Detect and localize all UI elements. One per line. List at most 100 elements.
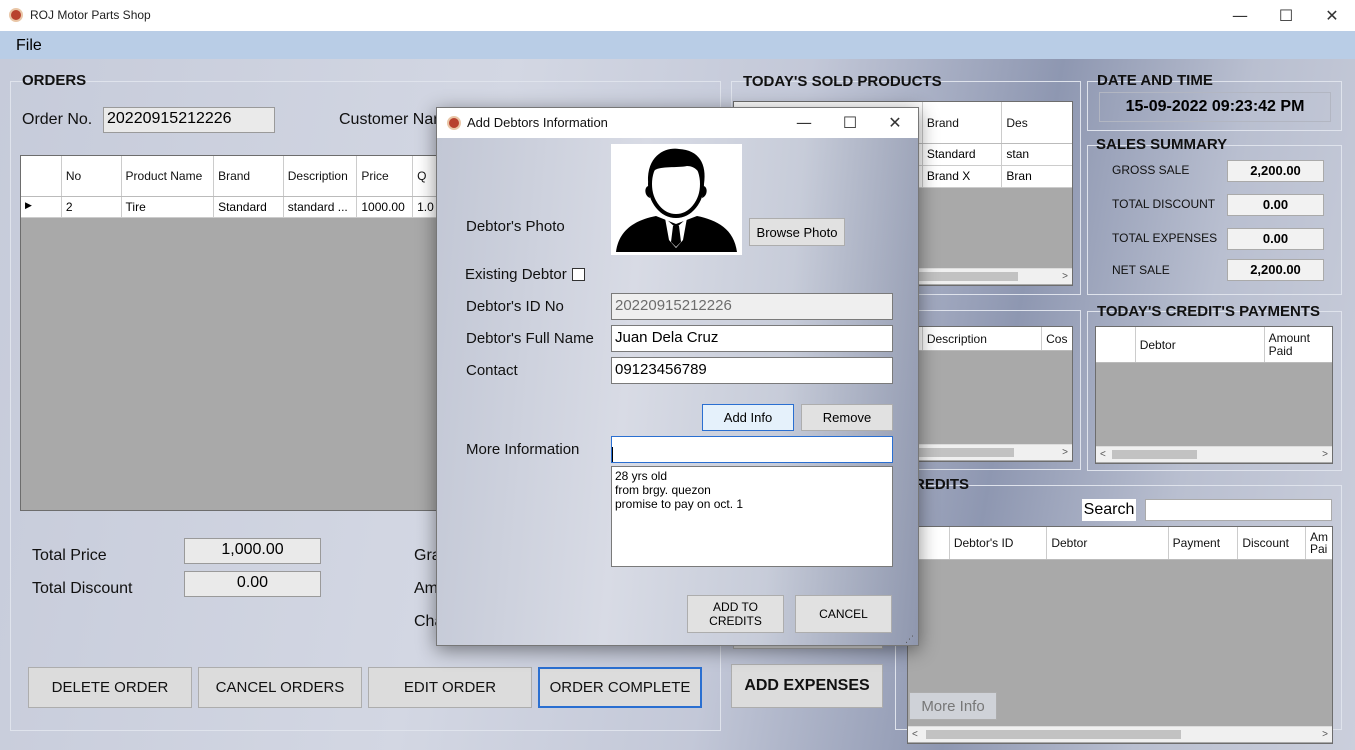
dialog-close-button[interactable]: ✕ (872, 108, 918, 138)
search-label: Search (1082, 499, 1136, 521)
dialog-title-bar: Add Debtors Information — ☐ ✕ (437, 108, 918, 138)
debtor-full-name-label: Debtor's Full Name (466, 330, 594, 347)
resize-grip-icon[interactable]: ⋰ (905, 634, 914, 645)
close-button[interactable]: ✕ (1309, 0, 1355, 31)
total-discount-label: Total Discount (32, 580, 133, 597)
sold-col-header: Des (1006, 115, 1028, 130)
more-information-input[interactable] (611, 436, 893, 463)
total-discount-summary-label: TOTAL DISCOUNT (1112, 197, 1216, 211)
cell-brand: Standard (214, 197, 284, 217)
total-price-label: Total Price (32, 547, 107, 564)
text-cursor (612, 447, 613, 462)
order-no-field[interactable]: 20220915212226 (103, 107, 275, 133)
contact-label: Contact (466, 362, 518, 379)
cell-product: Tire (122, 197, 215, 217)
net-sale-value: 2,200.00 (1227, 259, 1324, 281)
credit-payments-title: TODAY'S CREDIT'S PAYMENTS (1097, 303, 1321, 320)
credits-hscrollbar[interactable]: < > (908, 726, 1332, 742)
add-to-credits-button[interactable]: ADD TO CREDITS (687, 595, 784, 633)
sold-col-header: Brand (923, 102, 1003, 143)
contact-field[interactable]: 09123456789 (611, 357, 893, 384)
add-expenses-button[interactable]: ADD EXPENSES (731, 664, 883, 708)
debtor-id-field: 20220915212226 (611, 293, 893, 320)
scroll-left-icon[interactable]: < (912, 729, 918, 740)
orders-col-header: Price (357, 156, 414, 196)
more-info-button[interactable]: More Info (909, 692, 997, 720)
dialog-cancel-button[interactable]: CANCEL (795, 595, 892, 633)
more-information-label: More Information (466, 441, 580, 458)
debtor-photo-label: Debtor's Photo (466, 218, 565, 235)
orders-col-header: No (62, 156, 122, 196)
total-discount-field: 0.00 (184, 571, 321, 597)
total-price-field: 1,000.00 (184, 538, 321, 564)
list-item[interactable]: 28 yrs old (615, 469, 889, 483)
scroll-right-icon[interactable]: > (1062, 271, 1068, 282)
gross-sale-value: 2,200.00 (1227, 160, 1324, 182)
cell-price: 1000.00 (357, 197, 414, 217)
dialog-title: Add Debtors Information (467, 115, 608, 130)
total-discount-summary-value: 0.00 (1227, 194, 1324, 216)
debtor-full-name-field[interactable]: Juan Dela Cruz (611, 325, 893, 352)
orders-grid[interactable]: No Product Name Brand Description Price … (20, 155, 440, 511)
credit-payments-col-header: Debtor (1136, 327, 1265, 362)
datetime-display: 15-09-2022 09:23:42 PM (1099, 92, 1331, 122)
credits-col-header: Am Pai (1310, 530, 1328, 556)
expenses-col-header: Cos (1046, 331, 1068, 346)
gross-sale-label: GROSS SALE (1112, 163, 1190, 177)
debtor-photo (611, 144, 742, 255)
dialog-body: Debtor's Photo Browse Photo Existing Deb… (437, 138, 918, 645)
orders-col-header: Brand (214, 156, 284, 196)
browse-photo-button[interactable]: Browse Photo (749, 218, 845, 246)
scroll-right-icon[interactable]: > (1062, 447, 1068, 458)
scroll-right-icon[interactable]: > (1322, 729, 1328, 740)
cell-description: standard ... (284, 197, 358, 217)
credits-search-input[interactable] (1145, 499, 1332, 521)
total-expenses-value: 0.00 (1227, 228, 1324, 250)
credits-col-header: Debtor (1047, 527, 1169, 559)
delete-order-button[interactable]: DELETE ORDER (28, 667, 192, 708)
menu-file[interactable]: File (16, 37, 42, 55)
credit-payments-grid[interactable]: Debtor Amount Paid < > (1095, 326, 1333, 464)
sold-products-title: TODAY'S SOLD PRODUCTS (743, 73, 942, 90)
credits-col-header: Discount (1238, 527, 1306, 559)
credits-col-header: Debtor's ID (950, 527, 1048, 559)
order-no-label: Order No. (22, 111, 93, 128)
dialog-minimize-button[interactable]: — (781, 108, 827, 138)
add-info-button[interactable]: Add Info (702, 404, 794, 431)
order-complete-button[interactable]: ORDER COMPLETE (538, 667, 702, 708)
existing-debtor-checkbox[interactable] (572, 268, 585, 281)
app-icon (9, 8, 23, 22)
credits-title: REDITS (914, 476, 970, 493)
menu-bar: File (0, 31, 1355, 59)
window-title: ROJ Motor Parts Shop (30, 8, 151, 22)
cancel-orders-button[interactable]: CANCEL ORDERS (198, 667, 362, 708)
orders-title: ORDERS (22, 72, 87, 89)
orders-col-header: Product Name (122, 156, 215, 196)
credit-payments-hscrollbar[interactable]: < > (1096, 446, 1332, 462)
amount-label: Am (414, 580, 438, 597)
list-item[interactable]: promise to pay on oct. 1 (615, 497, 889, 511)
more-information-list[interactable]: 28 yrs old from brgy. quezon promise to … (611, 466, 893, 567)
orders-col-header: Description (284, 156, 358, 196)
dialog-maximize-button[interactable]: ☐ (827, 108, 873, 138)
credit-payments-col-header: Amount Paid (1268, 330, 1310, 358)
sales-summary-title: SALES SUMMARY (1096, 136, 1228, 153)
maximize-button[interactable]: ☐ (1263, 0, 1309, 31)
dialog-app-icon (447, 116, 461, 130)
remove-button[interactable]: Remove (801, 404, 893, 431)
list-item[interactable]: from brgy. quezon (615, 483, 889, 497)
scroll-left-icon[interactable]: < (1100, 449, 1106, 460)
edit-order-button[interactable]: EDIT ORDER (368, 667, 532, 708)
scroll-right-icon[interactable]: > (1322, 449, 1328, 460)
customer-name-label: Customer Nar (339, 111, 439, 128)
existing-debtor-label: Existing Debtor (465, 266, 567, 283)
net-sale-label: NET SALE (1112, 263, 1170, 277)
person-placeholder-icon (616, 148, 737, 252)
minimize-button[interactable]: — (1217, 0, 1263, 31)
title-bar: ROJ Motor Parts Shop — ☐ ✕ (0, 0, 1355, 31)
add-debtor-dialog: Add Debtors Information — ☐ ✕ Debtor's P… (436, 107, 919, 646)
orders-col-header (21, 156, 62, 196)
row-indicator-icon: ▶ (21, 197, 62, 217)
table-row[interactable]: ▶ 2 Tire Standard standard ... 1000.00 1… (21, 197, 439, 218)
expenses-col-header: Description (923, 327, 1043, 350)
